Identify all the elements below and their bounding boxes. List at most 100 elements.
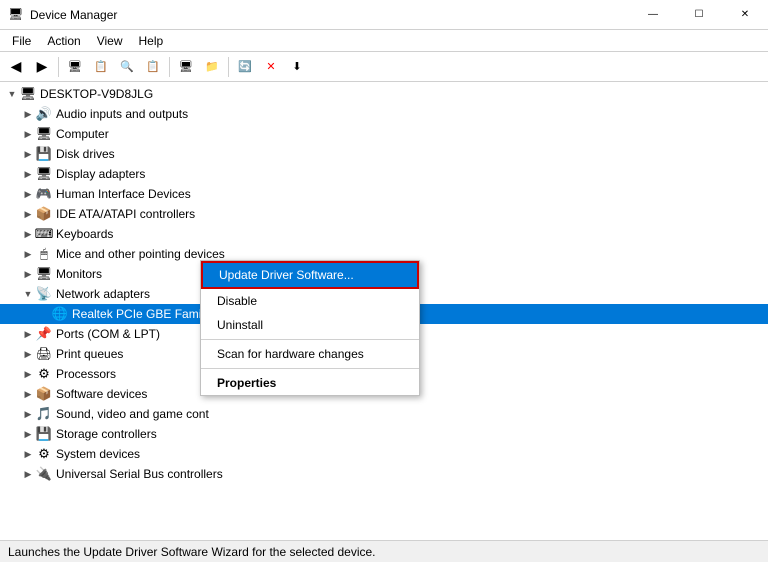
usb-expand-icon: ▶: [20, 466, 36, 482]
tree-ide[interactable]: ▶ 📦 IDE ATA/ATAPI controllers: [0, 204, 768, 224]
disk-icon: 💾: [36, 146, 52, 162]
toolbar-download[interactable]: ⬇: [285, 55, 309, 79]
update-driver-label: Update Driver Software...: [219, 268, 354, 282]
monitors-label: Monitors: [56, 267, 102, 281]
keyboard-icon: ⌨: [36, 226, 52, 242]
ports-label: Ports (COM & LPT): [56, 327, 160, 341]
usb-label: Universal Serial Bus controllers: [56, 467, 223, 481]
mice-label: Mice and other pointing devices: [56, 247, 225, 261]
computer-label: Computer: [56, 127, 109, 141]
root-label: DESKTOP-V9D8JLG: [40, 87, 153, 101]
tree-audio[interactable]: ▶ 🔊 Audio inputs and outputs: [0, 104, 768, 124]
tree-keyboard[interactable]: ▶ ⌨ Keyboards: [0, 224, 768, 244]
toolbar-back[interactable]: ◀: [4, 55, 28, 79]
processors-label: Processors: [56, 367, 116, 381]
system-expand-icon: ▶: [20, 446, 36, 462]
ide-label: IDE ATA/ATAPI controllers: [56, 207, 195, 221]
maximize-button[interactable]: ☐: [676, 0, 722, 30]
network-icon: 📡: [36, 286, 52, 302]
display-expand-icon: ▶: [20, 166, 36, 182]
print-label: Print queues: [56, 347, 123, 361]
context-separator-2: [201, 368, 419, 369]
realtek-icon: 🌐: [52, 306, 68, 322]
disk-label: Disk drives: [56, 147, 115, 161]
toolbar-properties[interactable]: 🖥: [63, 55, 87, 79]
context-scan[interactable]: Scan for hardware changes: [201, 342, 419, 366]
network-label: Network adapters: [56, 287, 150, 301]
menu-file[interactable]: File: [4, 32, 39, 50]
toolbar-connect[interactable]: 📁: [200, 55, 224, 79]
menu-view[interactable]: View: [89, 32, 131, 50]
tree-hid[interactable]: ▶ 🎮 Human Interface Devices: [0, 184, 768, 204]
computer-expand-icon: ▶: [20, 126, 36, 142]
audio-expand-icon: ▶: [20, 106, 36, 122]
sound-icon: 🎵: [36, 406, 52, 422]
context-disable[interactable]: Disable: [201, 289, 419, 313]
toolbar-driver[interactable]: 📋: [89, 55, 113, 79]
mice-icon: 🖱: [36, 246, 52, 262]
title-bar-left: 🖥 Device Manager: [8, 7, 117, 23]
context-update-driver[interactable]: Update Driver Software...: [201, 261, 419, 289]
title-controls: — ☐ ✕: [630, 0, 768, 30]
properties-label: Properties: [217, 376, 276, 390]
ports-icon: 📌: [36, 326, 52, 342]
context-uninstall[interactable]: Uninstall: [201, 313, 419, 337]
minimize-button[interactable]: —: [630, 0, 676, 30]
network-expand-icon: ▼: [20, 286, 36, 302]
print-icon: 🖨: [36, 346, 52, 362]
toolbar-scan[interactable]: 🔍: [115, 55, 139, 79]
toolbar-devmgr[interactable]: 🖥: [174, 55, 198, 79]
storage-icon: 💾: [36, 426, 52, 442]
tree-system[interactable]: ▶ ⚙ System devices: [0, 444, 768, 464]
uninstall-label: Uninstall: [217, 318, 263, 332]
usb-icon: 🔌: [36, 466, 52, 482]
monitors-expand-icon: ▶: [20, 266, 36, 282]
root-expand-icon: ▼: [4, 86, 20, 102]
software-expand-icon: ▶: [20, 386, 36, 402]
print-expand-icon: ▶: [20, 346, 36, 362]
menu-action[interactable]: Action: [39, 32, 88, 50]
toolbar-update[interactable]: 🔄: [233, 55, 257, 79]
processors-icon: ⚙: [36, 366, 52, 382]
disk-expand-icon: ▶: [20, 146, 36, 162]
audio-icon: 🔊: [36, 106, 52, 122]
toolbar-separator-3: [228, 57, 229, 77]
hid-expand-icon: ▶: [20, 186, 36, 202]
window-title: Device Manager: [30, 8, 117, 22]
mice-expand-icon: ▶: [20, 246, 36, 262]
toolbar-forward[interactable]: ▶: [30, 55, 54, 79]
context-separator-1: [201, 339, 419, 340]
toolbar-separator-2: [169, 57, 170, 77]
software-icon: 📦: [36, 386, 52, 402]
toolbar-show[interactable]: 📋: [141, 55, 165, 79]
tree-computer[interactable]: ▶ 🖥 Computer: [0, 124, 768, 144]
tree-sound[interactable]: ▶ 🎵 Sound, video and game cont: [0, 404, 768, 424]
ide-expand-icon: ▶: [20, 206, 36, 222]
hid-label: Human Interface Devices: [56, 187, 191, 201]
hid-icon: 🎮: [36, 186, 52, 202]
system-label: System devices: [56, 447, 140, 461]
menu-bar: File Action View Help: [0, 30, 768, 52]
tree-storage[interactable]: ▶ 💾 Storage controllers: [0, 424, 768, 444]
tree-disk[interactable]: ▶ 💾 Disk drives: [0, 144, 768, 164]
disable-label: Disable: [217, 294, 257, 308]
display-icon: 🖥: [36, 166, 52, 182]
tree-display[interactable]: ▶ 🖥 Display adapters: [0, 164, 768, 184]
tree-usb[interactable]: ▶ 🔌 Universal Serial Bus controllers: [0, 464, 768, 484]
toolbar-uninstall[interactable]: ✕: [259, 55, 283, 79]
system-icon: ⚙: [36, 446, 52, 462]
status-text: Launches the Update Driver Software Wiza…: [8, 545, 376, 559]
toolbar-separator-1: [58, 57, 59, 77]
monitors-icon: 🖥: [36, 266, 52, 282]
title-bar: 🖥 Device Manager — ☐ ✕: [0, 0, 768, 30]
main-content: ▼ 🖥 DESKTOP-V9D8JLG ▶ 🔊 Audio inputs and…: [0, 82, 768, 540]
toolbar: ◀ ▶ 🖥 📋 🔍 📋 🖥 📁 🔄 ✕ ⬇: [0, 52, 768, 82]
app-icon: 🖥: [8, 7, 24, 23]
tree-root[interactable]: ▼ 🖥 DESKTOP-V9D8JLG: [0, 84, 768, 104]
ide-icon: 📦: [36, 206, 52, 222]
context-properties[interactable]: Properties: [201, 371, 419, 395]
processors-expand-icon: ▶: [20, 366, 36, 382]
close-button[interactable]: ✕: [722, 0, 768, 30]
menu-help[interactable]: Help: [131, 32, 172, 50]
display-label: Display adapters: [56, 167, 145, 181]
